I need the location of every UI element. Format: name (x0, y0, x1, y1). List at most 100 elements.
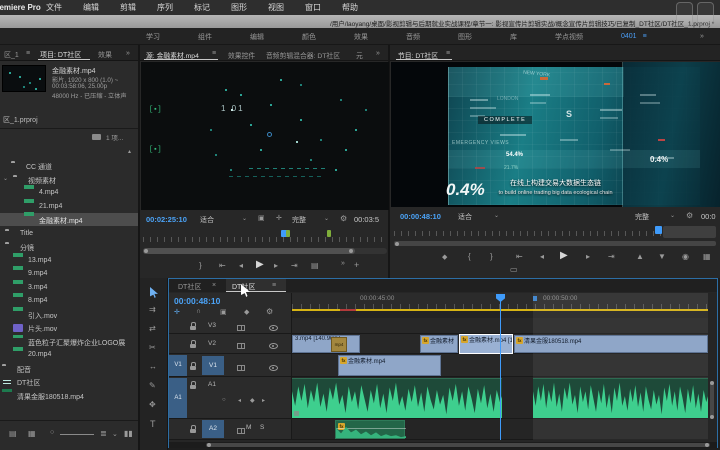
sort-icon[interactable]: ≣ (100, 429, 107, 438)
type-tool[interactable]: T (150, 419, 156, 429)
list-scroll-up-icon[interactable]: ▴ (128, 148, 131, 155)
workspace-tab-0401[interactable]: 0401 (621, 33, 637, 40)
chevron-down-icon[interactable]: ⌄ (670, 212, 675, 219)
wrench-icon[interactable]: ⚙ (340, 214, 347, 223)
add-button[interactable]: + (354, 260, 359, 270)
menu-clip[interactable]: 剪辑 (120, 2, 136, 13)
track-target-a2[interactable]: A2 (202, 420, 224, 438)
track-visibility-icon[interactable] (269, 343, 278, 349)
source-ruler[interactable] (143, 237, 387, 242)
bin-label[interactable]: 分镜 (20, 243, 34, 253)
source-fit-dropdown[interactable]: 适合 (200, 215, 214, 225)
add-marker-button[interactable]: ◆ (442, 253, 447, 261)
timeline-tab-1[interactable]: DT社区 (178, 282, 201, 292)
export-frame-button[interactable]: ◉ (682, 252, 689, 261)
clip-label[interactable]: 8.mp4 (28, 297, 47, 304)
sequence-label[interactable]: DT社区 (17, 378, 40, 388)
panel-menu-icon[interactable]: ≡ (26, 50, 30, 57)
program-current-timecode[interactable]: 00:00:48:10 (400, 212, 441, 221)
clip-label[interactable]: 13.mp4 (28, 257, 51, 264)
project-item-row[interactable]: 8.mp4 (0, 294, 138, 307)
menu-window[interactable]: 窗口 (305, 2, 321, 13)
clip-label[interactable]: 蓝色粒子汇聚爆炸企业LOGO展 (28, 338, 125, 348)
menu-view[interactable]: 视图 (268, 2, 284, 13)
lock-icon[interactable] (190, 381, 197, 389)
prev-keyframe-icon[interactable]: ◂ (238, 397, 241, 404)
program-scrollbar[interactable] (394, 241, 716, 246)
audio-mixer-tab[interactable]: 音频剪辑混合器: DT社区 (266, 50, 340, 60)
project-item-row[interactable]: 20.mp4 (0, 348, 138, 361)
workspace-tab-graphics[interactable]: 图形 (458, 32, 472, 42)
settings-icon[interactable]: ▣ (258, 214, 265, 222)
clip-label[interactable]: 21.mp4 (39, 203, 62, 210)
menu-graphics[interactable]: 图形 (231, 2, 247, 13)
track-visibility-icon[interactable] (269, 325, 278, 331)
program-fit-dropdown[interactable]: 适合 (458, 212, 472, 222)
clip-label[interactable]: 金融素材.mp4 (39, 216, 83, 226)
clip-v2-jinrong[interactable]: fx金融素材 (420, 335, 458, 353)
effect-controls-tab[interactable]: 效果控件 (228, 50, 255, 60)
source-patch-v1[interactable]: V1 (169, 355, 187, 376)
audio-clip-a2[interactable]: fx (335, 420, 405, 439)
project-item-row[interactable]: 21.mp4 (0, 200, 138, 213)
source-patch-a1[interactable]: A1 (169, 378, 187, 418)
step-forward-button[interactable]: ▸ (586, 252, 590, 261)
workspace-tab-color[interactable]: 颜色 (302, 32, 316, 42)
icon-view-icon[interactable]: ▦ (28, 429, 36, 438)
clip-v1-jinrong[interactable]: fx金融素材.mp4 (338, 355, 441, 376)
menu-markers[interactable]: 标记 (194, 2, 210, 13)
workspace-tab-libraries[interactable]: 库 (510, 32, 517, 42)
insert-marker-icon[interactable]: ✛ (174, 308, 180, 316)
project-item-row[interactable]: 4.mp4 (0, 186, 138, 199)
project-item-row[interactable]: 9.mp4 (0, 267, 138, 280)
timeline-timecode[interactable]: 00:00:48:10 (174, 296, 220, 306)
scrollbar-thumb[interactable] (206, 443, 710, 447)
project-item-row[interactable]: DT社区 (0, 375, 138, 388)
project-tab-effects[interactable]: 效果 (98, 50, 112, 60)
mark-in-button[interactable]: { (468, 252, 471, 261)
bin-label[interactable]: 视频素材 (28, 176, 56, 186)
zoom-slider-track[interactable] (60, 434, 94, 435)
workspace-tab-effects[interactable]: 效果 (354, 32, 368, 42)
go-to-in-button[interactable]: ⇤ (516, 252, 523, 261)
chevron-down-icon[interactable]: ⌄ (324, 215, 329, 222)
track-name[interactable]: V3 (208, 322, 216, 329)
project-item-row-selected[interactable]: 金融素材.mp4 (0, 213, 138, 226)
lock-icon[interactable] (190, 425, 197, 433)
bin-label[interactable]: CC 通道 (26, 162, 52, 172)
safe-margins-button[interactable]: ▭ (510, 265, 518, 274)
workspace-tab-learning[interactable]: 学习 (146, 32, 160, 42)
step-forward-button[interactable]: ▸ (274, 261, 278, 270)
slip-tool[interactable]: ↔ (149, 362, 157, 371)
clip-label[interactable]: 20.mp4 (28, 351, 51, 358)
mute-button[interactable]: M (246, 424, 251, 431)
marker-icon[interactable]: ◆ (244, 308, 249, 316)
clip-label[interactable]: 3.mp4 (28, 284, 47, 291)
source-zoom-scrollbar[interactable] (143, 248, 387, 254)
program-quality-dropdown[interactable]: 完整 (635, 212, 649, 222)
clip-label[interactable]: 片头.mov (28, 324, 57, 334)
scrollbar-thumb[interactable] (143, 248, 355, 254)
keyframe-toggle-icon[interactable]: ○ (222, 397, 226, 403)
project-item-row[interactable]: 13.mp4 (0, 254, 138, 267)
panel-menu-icon[interactable]: ≡ (446, 50, 450, 57)
audio-clip-a1-left[interactable] (292, 378, 502, 418)
step-back-button[interactable]: ◂ (239, 261, 243, 270)
scroll-handle-right[interactable] (705, 443, 709, 447)
clip-label[interactable]: 9.mp4 (28, 270, 47, 277)
menu-sequence[interactable]: 序列 (157, 2, 173, 13)
timeline-h-scrollbar[interactable] (169, 442, 717, 448)
audio-clip-a1-right[interactable] (533, 378, 708, 418)
hand-tool[interactable]: ✥ (149, 400, 156, 409)
pen-tool[interactable]: ✎ (149, 381, 156, 390)
wrench-icon[interactable]: ⚙ (686, 211, 693, 220)
scrollbar-thumb[interactable] (710, 382, 714, 418)
workspace-tab-assembly[interactable]: 组件 (198, 32, 212, 42)
project-file-row[interactable]: 区_1.prproj (3, 115, 38, 125)
sync-lock-icon[interactable] (237, 365, 245, 371)
track-visibility-icon[interactable] (269, 365, 278, 371)
new-bin-icon[interactable]: ▮▮ (124, 429, 133, 438)
scroll-handle-left[interactable] (395, 242, 399, 246)
next-keyframe-icon[interactable]: ▸ (262, 397, 265, 404)
program-playhead[interactable] (655, 226, 662, 234)
